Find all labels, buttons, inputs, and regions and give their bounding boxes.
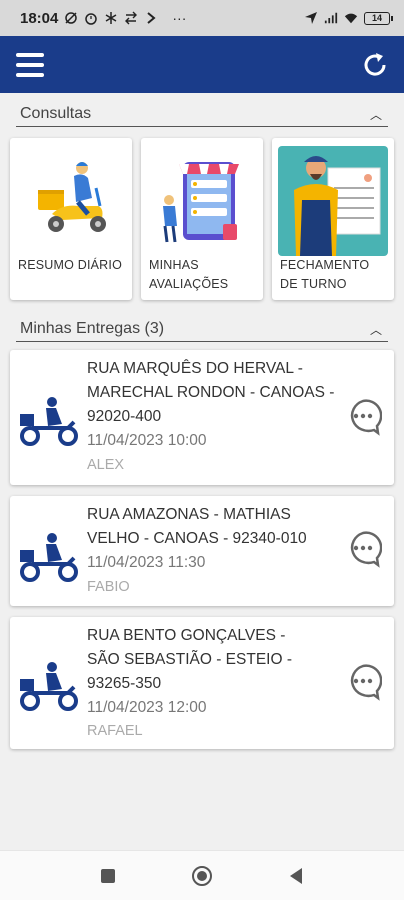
card-fechamento-label-2: DE TURNO (280, 277, 347, 291)
app-toolbar (0, 36, 404, 93)
delivery-item[interactable]: RUA BENTO GONÇALVES - SÃO SEBASTIÃO - ES… (10, 617, 394, 749)
motorcycle-courier-icon (20, 662, 78, 711)
delivery-address-line-2: MARECHAL RONDON - CANOAS - (87, 384, 335, 401)
chevron-right-icon (147, 12, 156, 24)
delivery-customer-name: ALEX (87, 457, 125, 473)
chat-bubble-icon[interactable] (344, 530, 382, 568)
status-time: 18:04 (20, 9, 59, 27)
delivery-scooter-illustration (38, 162, 106, 232)
swap-icon (125, 11, 138, 25)
wifi-icon (344, 13, 358, 24)
entregas-title: Minhas Entregas (3) (20, 320, 165, 337)
delivery-address-line-3: 93265-350 (87, 675, 162, 692)
delivery-address-line-3: 92020-400 (87, 408, 162, 425)
card-fechamento-turno[interactable]: FECHAMENTO DE TURNO (272, 138, 394, 300)
card-minhas-avaliacoes[interactable]: MINHAS AVALIAÇÕES (141, 138, 263, 300)
consultas-header: Consultas ︿ (16, 105, 388, 127)
battery-level: 14 (371, 13, 382, 23)
status-more-dots: ··· (172, 10, 187, 26)
delivery-customer-name: RAFAEL (87, 723, 143, 739)
card-resumo-diario[interactable]: RESUMO DIÁRIO (10, 138, 132, 300)
card-fechamento-label-1: FECHAMENTO (280, 258, 370, 272)
chevron-up-icon[interactable]: ︿ (370, 106, 382, 123)
worker-checklist-illustration (278, 146, 388, 256)
consultas-title: Consultas (20, 105, 92, 122)
bluetooth-icon (105, 12, 117, 24)
delivery-address-line-1: RUA BENTO GONÇALVES - (87, 627, 286, 644)
system-nav-bar (0, 850, 404, 900)
motorcycle-courier-icon (20, 397, 78, 446)
home-icon[interactable] (191, 865, 213, 887)
delivery-customer-name: FABIO (87, 579, 130, 595)
no-sync-icon (65, 12, 78, 24)
delivery-address-line-2: SÃO SEBASTIÃO - ESTEIO - (87, 651, 292, 668)
delivery-datetime: 11/04/2023 12:00 (87, 699, 207, 716)
alarm-icon (85, 13, 98, 25)
card-avaliacoes-label-1: MINHAS (149, 258, 199, 272)
location-icon (305, 12, 317, 24)
hamburger-menu-icon[interactable] (16, 52, 44, 77)
back-icon[interactable] (285, 865, 307, 887)
chat-bubble-icon[interactable] (344, 398, 382, 436)
entregas-header: Minhas Entregas (3) ︿ (16, 320, 388, 342)
delivery-address-line-2: VELHO - CANOAS - 92340-010 (87, 530, 307, 547)
delivery-address-line-1: RUA MARQUÊS DO HERVAL - (87, 360, 303, 377)
chevron-up-icon[interactable]: ︿ (370, 321, 382, 338)
battery-indicator: 14 (364, 11, 393, 25)
card-resumo-label: RESUMO DIÁRIO (18, 258, 122, 272)
delivery-address-line-1: RUA AMAZONAS - MATHIAS (87, 506, 291, 523)
chat-bubble-icon[interactable] (344, 663, 382, 701)
motorcycle-courier-icon (20, 533, 78, 582)
delivery-item[interactable]: RUA MARQUÊS DO HERVAL - MARECHAL RONDON … (10, 350, 394, 485)
recent-apps-icon[interactable] (97, 865, 119, 887)
delivery-datetime: 11/04/2023 11:30 (87, 554, 206, 571)
delivery-datetime: 11/04/2023 10:00 (87, 432, 207, 449)
ratings-phone-illustration (163, 162, 239, 243)
signal-icon (324, 12, 338, 24)
status-bar: 18:04 ··· 14 (0, 0, 404, 36)
refresh-icon[interactable] (360, 50, 390, 80)
delivery-item[interactable]: RUA AMAZONAS - MATHIAS VELHO - CANOAS - … (10, 496, 394, 606)
card-avaliacoes-label-2: AVALIAÇÕES (149, 277, 229, 291)
